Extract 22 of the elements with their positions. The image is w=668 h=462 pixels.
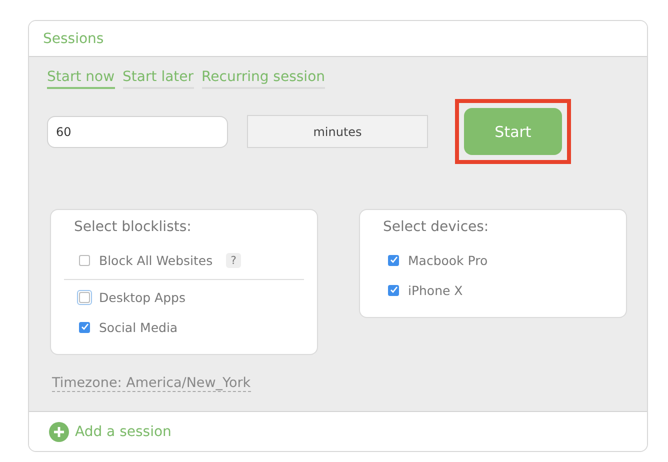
card-title: Sessions [43, 30, 104, 46]
checkbox-label: Desktop Apps [99, 290, 186, 304]
checkbox-label: Block All Websites [99, 252, 213, 268]
checkbox[interactable] [79, 322, 90, 332]
panel-heading: Select devices: [382, 219, 490, 235]
checkbox-label: iPhone X [408, 282, 463, 298]
checkbox-label: Macbook Pro [408, 252, 488, 268]
checkbox[interactable] [388, 254, 399, 266]
checkbox[interactable] [388, 284, 399, 296]
checkbox[interactable] [79, 254, 90, 266]
tab[interactable]: Start later [122, 69, 194, 89]
unit-field[interactable]: minutes [247, 115, 428, 148]
checkbox-label: Social Media [99, 320, 178, 334]
tab[interactable]: Start now [47, 69, 115, 89]
duration-field[interactable]: 60 [47, 116, 228, 148]
panel-heading: Select blocklists: [73, 219, 192, 235]
help-badge[interactable]: ? [226, 252, 242, 268]
timezone-link[interactable]: Timezone: America/New_York [52, 375, 251, 392]
add-icon[interactable] [49, 422, 69, 442]
start-button[interactable]: Start [464, 108, 562, 155]
add-session-link[interactable]: Add a session [75, 424, 172, 440]
tab[interactable]: Recurring session [202, 69, 326, 89]
